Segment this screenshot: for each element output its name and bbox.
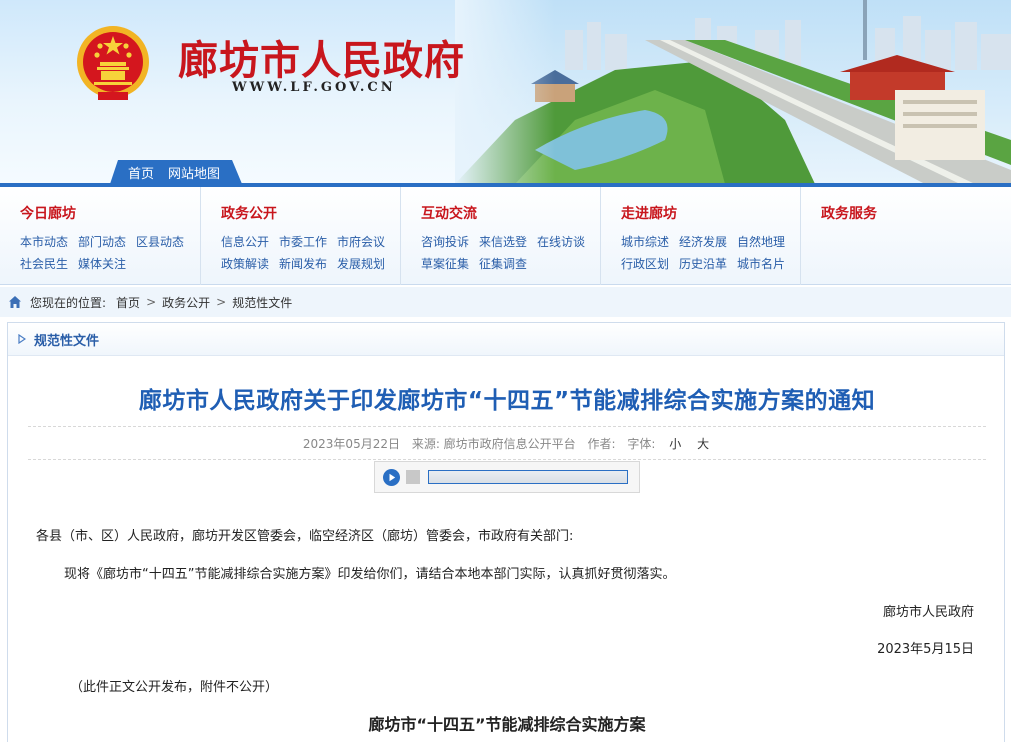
nav-link[interactable]: 咨询投诉	[421, 231, 469, 253]
divider	[28, 459, 986, 460]
publish-date: 2023年05月22日	[302, 437, 400, 451]
body-paragraph: 现将《廊坊市“十四五”节能减排综合实施方案》印发给你们，请结合本地本部门实际，认…	[64, 567, 676, 582]
tab-sitemap[interactable]: 网站地图	[168, 163, 220, 182]
nav-link[interactable]: 在线访谈	[537, 231, 585, 253]
article-meta: 2023年05月22日 来源: 廊坊市政府信息公开平台 作者: 字体: 小 大	[8, 435, 1006, 452]
section-label[interactable]: 规范性文件	[34, 330, 99, 349]
nav-heading[interactable]: 政务服务	[821, 203, 877, 223]
nav-link[interactable]: 发展规划	[337, 253, 385, 275]
play-icon[interactable]	[383, 468, 400, 486]
nav-heading[interactable]: 走进廊坊	[621, 203, 801, 223]
nav-link[interactable]: 征集调查	[479, 253, 527, 275]
breadcrumb-government-affairs-link[interactable]: 政务公开	[162, 294, 210, 311]
font-size-label: 字体:	[627, 437, 656, 451]
nav-link[interactable]: 政策解读	[221, 253, 269, 275]
nav-link[interactable]: 区县动态	[136, 231, 184, 253]
nav-link[interactable]: 自然地理	[737, 231, 785, 253]
audio-player	[374, 461, 640, 493]
nav-link[interactable]: 来信选登	[479, 231, 527, 253]
top-tab-bar: 首页 网站地图	[110, 160, 242, 184]
triangle-right-icon	[18, 334, 26, 344]
header-banner: 廊坊市人民政府 WWW.LF.GOV.CN 首页 网站地图	[0, 0, 1011, 184]
nav-heading[interactable]: 今日廊坊	[20, 203, 200, 223]
nav-link[interactable]: 城市综述	[621, 231, 669, 253]
nav-link[interactable]: 本市动态	[20, 231, 68, 253]
breadcrumb-normative-docs-link[interactable]: 规范性文件	[232, 294, 292, 311]
nav-link[interactable]: 历史沿革	[679, 253, 727, 275]
site-title: 廊坊市人民政府	[178, 37, 465, 84]
article-author: 作者:	[587, 437, 616, 451]
nav-link[interactable]: 新闻发布	[279, 253, 327, 275]
nav-link[interactable]: 媒体关注	[78, 253, 126, 275]
nav-group-services: 政务服务	[800, 187, 877, 285]
nav-group-today: 今日廊坊 本市动态 部门动态 区县动态社会民生 媒体关注	[0, 187, 200, 285]
breadcrumb-home-link[interactable]: 首页	[116, 294, 140, 311]
salutation: 各县（市、区）人民政府，廊坊开发区管委会，临空经济区（廊坊）管委会，市政府有关部…	[36, 529, 574, 544]
home-icon	[9, 296, 21, 308]
divider	[28, 426, 986, 427]
site-url: WWW.LF.GOV.CN	[232, 80, 396, 95]
city-panorama-image	[455, 0, 1011, 184]
nav-group-about-city: 走进廊坊 城市综述 经济发展 自然地理行政区划 历史沿革 城市名片	[600, 187, 801, 285]
breadcrumb: 您现在的位置: 首页 > 政务公开 > 规范性文件	[0, 287, 1011, 317]
nav-link[interactable]: 经济发展	[679, 231, 727, 253]
signature: 廊坊市人民政府	[882, 605, 974, 620]
attachment-title: 廊坊市“十四五”节能减排综合实施方案	[368, 715, 646, 734]
nav-group-interaction: 互动交流 咨询投诉 来信选登 在线访谈草案征集 征集调查	[400, 187, 601, 285]
nav-link[interactable]: 城市名片	[737, 253, 785, 275]
nav-link[interactable]: 信息公开	[221, 231, 269, 253]
article-title: 廊坊市人民政府关于印发廊坊市“十四五”节能减排综合实施方案的通知	[138, 388, 876, 414]
font-large-button[interactable]: 大	[697, 437, 709, 451]
font-small-button[interactable]: 小	[669, 437, 681, 451]
nav-heading[interactable]: 政务公开	[221, 203, 401, 223]
breadcrumb-separator: >	[146, 295, 157, 309]
nav-heading[interactable]: 互动交流	[421, 203, 601, 223]
nav-link[interactable]: 社会民生	[20, 253, 68, 275]
nav-link[interactable]: 草案征集	[421, 253, 469, 275]
breadcrumb-separator: >	[216, 295, 227, 309]
section-header: 规范性文件	[8, 323, 1004, 356]
nav-link[interactable]: 市委工作	[279, 231, 327, 253]
publication-note: （此件正文公开发布，附件不公开）	[70, 680, 279, 695]
tab-home[interactable]: 首页	[128, 163, 154, 182]
nav-link[interactable]: 部门动态	[78, 231, 126, 253]
sign-date: 2023年5月15日	[877, 642, 974, 657]
article-container: 规范性文件 廊坊市人民政府关于印发廊坊市“十四五”节能减排综合实施方案的通知 2…	[7, 322, 1005, 742]
nav-link[interactable]: 市府会议	[337, 231, 385, 253]
nav-group-government-affairs: 政务公开 信息公开 市委工作 市府会议政策解读 新闻发布 发展规划	[200, 187, 401, 285]
breadcrumb-prefix: 您现在的位置:	[30, 295, 107, 310]
article-source: 来源: 廊坊市政府信息公开平台	[411, 437, 576, 451]
national-emblem-icon	[77, 26, 149, 100]
audio-progress-bar[interactable]	[428, 470, 628, 484]
stop-icon[interactable]	[406, 470, 420, 484]
main-nav: 今日廊坊 本市动态 部门动态 区县动态社会民生 媒体关注 政务公开 信息公开 市委工作市…	[0, 187, 1011, 285]
nav-link[interactable]: 行政区划	[621, 253, 669, 275]
